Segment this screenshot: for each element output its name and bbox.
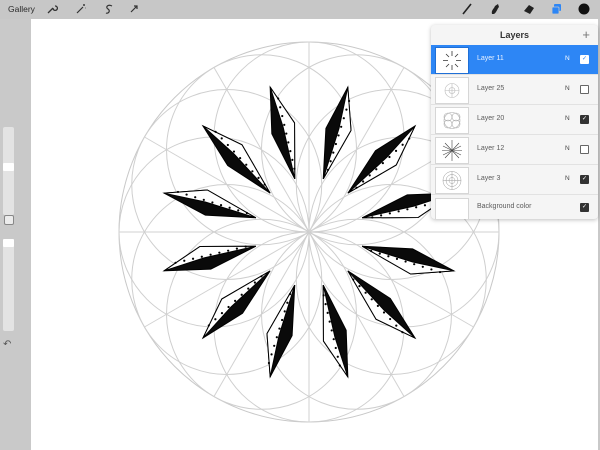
mandala-blade	[201, 270, 271, 340]
layer-thumbnail	[435, 107, 469, 134]
visibility-checkbox[interactable]: ✓	[580, 115, 589, 124]
mandala-blade	[162, 245, 257, 272]
visibility-checkbox[interactable]: ✓	[580, 55, 589, 64]
opacity-slider[interactable]	[3, 239, 14, 331]
blend-mode[interactable]: N	[565, 115, 570, 122]
layer-row[interactable]: Layer 25 N	[431, 75, 598, 105]
visibility-checkbox[interactable]: ✓	[580, 203, 589, 212]
blend-mode[interactable]: N	[565, 55, 570, 62]
layer-name: Layer 20	[477, 115, 505, 122]
layers-panel: Layers + Layer 11 N ✓ Layer 25 N Layer 2…	[431, 25, 598, 219]
mandala-blade	[322, 284, 349, 379]
blend-mode[interactable]: N	[565, 145, 570, 152]
layer-row[interactable]: Layer 3 N ✓	[431, 165, 598, 195]
layer-thumbnail	[435, 167, 469, 194]
background-color-row[interactable]: Background color ✓	[431, 195, 598, 219]
layer-name: Layer 25	[477, 85, 505, 92]
layer-name: Background color	[477, 203, 532, 210]
layer-row[interactable]: Layer 12 N	[431, 135, 598, 165]
layer-name: Layer 11	[477, 55, 504, 62]
layer-thumbnail	[435, 47, 469, 74]
left-sidebar: ↶	[0, 19, 31, 450]
visibility-checkbox[interactable]	[580, 85, 589, 94]
background-swatch	[435, 198, 469, 219]
blend-mode[interactable]: N	[565, 175, 570, 182]
opacity-handle[interactable]	[3, 239, 14, 247]
selection-icon[interactable]	[103, 3, 115, 15]
undo-icon[interactable]: ↶	[3, 339, 11, 350]
transform-arrow-icon[interactable]	[128, 3, 140, 15]
layer-row[interactable]: Layer 20 N ✓	[431, 105, 598, 135]
mandala-blade	[347, 124, 417, 194]
brush-icon[interactable]	[461, 3, 473, 15]
layer-row[interactable]: Layer 11 N ✓	[431, 45, 598, 75]
magic-wand-icon[interactable]	[75, 3, 87, 15]
modify-button-icon[interactable]	[4, 215, 14, 225]
wrench-icon[interactable]	[46, 3, 58, 15]
layer-thumbnail	[435, 77, 469, 104]
brush-size-handle[interactable]	[3, 163, 14, 171]
mandala-blade	[347, 270, 417, 340]
smudge-icon[interactable]	[489, 3, 501, 15]
layer-name: Layer 12	[477, 145, 505, 152]
blend-mode[interactable]: N	[565, 85, 570, 92]
layer-thumbnail	[435, 137, 469, 164]
gallery-button[interactable]: Gallery	[8, 4, 35, 14]
brush-size-slider[interactable]	[3, 127, 14, 215]
visibility-checkbox[interactable]	[580, 145, 589, 154]
mandala-blade	[269, 85, 296, 180]
layers-title: Layers	[499, 30, 530, 40]
visibility-checkbox[interactable]: ✓	[580, 175, 589, 184]
layers-icon[interactable]	[551, 3, 563, 15]
plus-icon[interactable]: +	[582, 27, 590, 42]
layer-name: Layer 3	[477, 175, 501, 182]
color-icon[interactable]	[578, 3, 590, 15]
mandala-blade	[201, 124, 271, 194]
eraser-icon[interactable]	[523, 3, 535, 15]
top-toolbar: Gallery	[0, 0, 600, 19]
layers-header: Layers +	[431, 25, 598, 45]
